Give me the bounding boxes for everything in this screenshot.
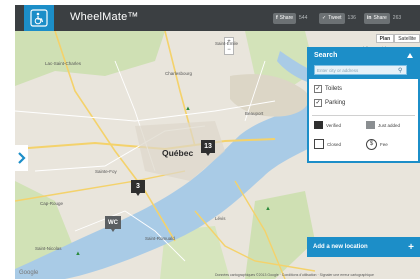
park-icon: ▲ <box>185 106 191 112</box>
place-label: Lac-Saint-Charles <box>45 61 82 66</box>
place-label: Cap-Rouge <box>40 201 64 206</box>
map-type-control: Plan Satellite <box>375 34 420 43</box>
place-label: Saint-Émile <box>215 41 239 46</box>
share-count: 263 <box>392 15 402 21</box>
wheelchair-icon <box>30 9 48 27</box>
closed-icon <box>314 139 324 149</box>
place-label: Sainte-Foy <box>95 169 117 174</box>
map-attribution[interactable]: Données cartographiques ©2013 Google · C… <box>215 273 374 277</box>
toilets-checkbox[interactable]: ✓ <box>314 85 322 93</box>
search-input[interactable]: Enter city or address <box>314 65 407 75</box>
legend-label: Just added <box>378 122 401 128</box>
map-type-satellite[interactable]: Satellite <box>394 34 420 43</box>
linkedin-icon: in <box>367 15 372 21</box>
add-location-button[interactable]: Add a new location + <box>307 237 420 257</box>
map-marker-cluster[interactable]: 3 <box>131 180 145 196</box>
share-count: 136 <box>347 15 356 21</box>
map-marker-wc[interactable]: WC <box>105 216 121 232</box>
parking-checkbox[interactable]: ✓ <box>314 99 322 107</box>
place-label: Saint-Nicolas <box>35 246 62 251</box>
verified-marker-icon <box>314 121 323 129</box>
share-label: Share <box>373 15 387 21</box>
filter-label: Parking <box>325 100 346 106</box>
chevron-right-icon <box>17 152 26 164</box>
filter-parking[interactable]: ✓ Parking <box>314 99 345 107</box>
app-frame: WheelMate™ f Share 544 ✓ Tweet 136 in Sh… <box>15 5 420 279</box>
place-label: Lévis <box>215 216 226 221</box>
share-label: Share <box>279 15 294 21</box>
collapse-triangle-icon[interactable] <box>407 53 413 58</box>
plus-icon: + <box>408 241 414 253</box>
twitter-share[interactable]: ✓ Tweet 136 <box>319 12 356 24</box>
search-panel-title: Search <box>314 52 338 59</box>
filter-label: Toilets <box>325 86 343 92</box>
legend-label: Closed <box>327 141 342 147</box>
map-type-plan[interactable]: Plan <box>375 34 395 43</box>
fee-dollar-icon: $ <box>366 139 377 150</box>
city-label: Québec <box>162 148 194 158</box>
facebook-share[interactable]: f Share 544 <box>273 12 307 24</box>
search-bar: Enter city or address ⚲ <box>309 63 418 79</box>
zoom-out-icon[interactable]: − <box>225 46 233 54</box>
filter-toilets[interactable]: ✓ Toilets <box>314 85 342 93</box>
facebook-icon: f <box>276 15 278 21</box>
logo[interactable] <box>24 5 54 31</box>
map-marker-cluster[interactable]: 13 <box>201 140 215 156</box>
search-panel-header[interactable]: Search <box>309 49 418 63</box>
search-icon[interactable]: ⚲ <box>398 67 402 74</box>
search-panel: Search Enter city or address ⚲ ✓ Toilets… <box>307 47 420 163</box>
place-label: Charlesbourg <box>165 71 193 76</box>
google-logo: Google <box>19 270 39 276</box>
top-bar: WheelMate™ f Share 544 ✓ Tweet 136 in Sh… <box>15 5 420 31</box>
park-icon: ▲ <box>265 206 271 212</box>
add-location-label: Add a new location <box>313 244 368 250</box>
just-added-marker-icon <box>366 121 375 129</box>
legend-label: Verified <box>326 122 342 128</box>
place-label: Saint-Romuald <box>145 236 175 241</box>
divider <box>312 115 415 116</box>
legend-fee: $ Fee <box>366 139 388 150</box>
legend-just-added: Just added <box>366 121 400 129</box>
legend-closed: Closed <box>314 139 341 149</box>
park-icon: ▲ <box>75 251 81 257</box>
share-count: 544 <box>299 15 308 21</box>
legend-verified: Verified <box>314 121 341 129</box>
legend-label: Fee <box>380 142 388 147</box>
linkedin-share[interactable]: in Share 263 <box>364 12 401 24</box>
place-label: Beauport <box>245 111 264 116</box>
brand-name[interactable]: WheelMate™ <box>70 11 139 23</box>
share-label: Tweet <box>328 15 342 21</box>
twitter-icon: ✓ <box>322 15 327 21</box>
expand-sidebar-button[interactable] <box>15 145 28 171</box>
zoom-control[interactable]: + − <box>224 37 234 55</box>
